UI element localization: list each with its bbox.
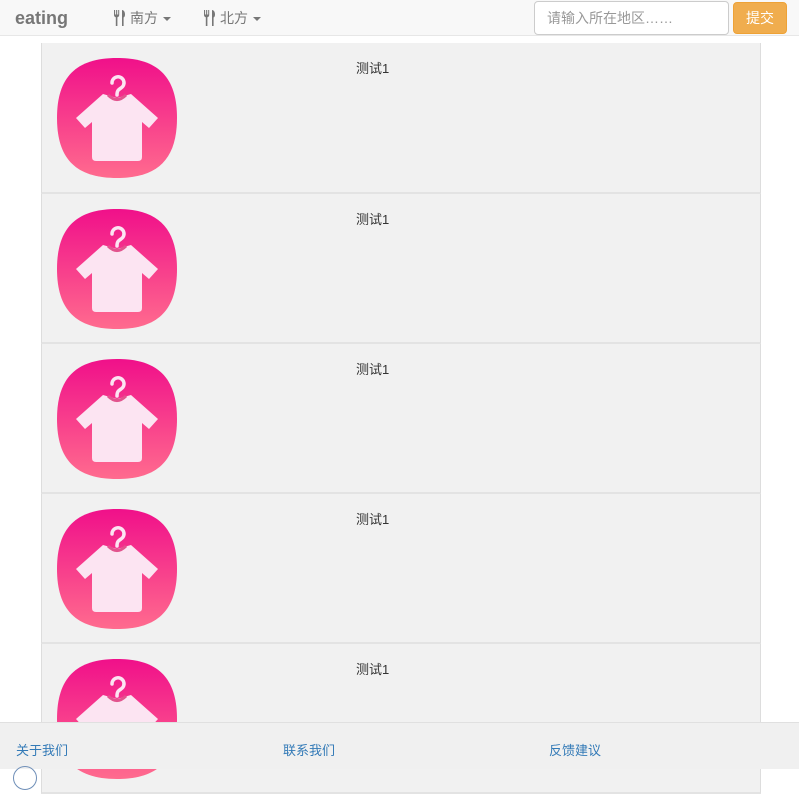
item-title[interactable]: 测试1	[356, 362, 389, 378]
nav-menu-north[interactable]: 北方	[203, 9, 261, 27]
tshirt-icon	[57, 58, 177, 178]
nav-menu-north-label: 北方	[220, 10, 248, 26]
footer: 关于我们 联系我们 反馈建议	[0, 722, 799, 790]
footer-link-contact[interactable]: 联系我们	[283, 740, 335, 759]
list-item[interactable]: 测试1	[41, 644, 761, 794]
brand-logo[interactable]: eating	[15, 7, 68, 29]
nav-menu-south[interactable]: 南方	[113, 9, 171, 27]
list-item[interactable]: 测试1	[41, 494, 761, 644]
circle-icon	[13, 766, 37, 790]
cutlery-icon	[204, 10, 215, 26]
nav-menu-south-label: 南方	[130, 10, 158, 26]
item-title[interactable]: 测试1	[356, 212, 389, 228]
region-search-input[interactable]	[534, 1, 729, 35]
caret-down-icon	[253, 16, 261, 21]
list-item[interactable]: 测试1	[41, 194, 761, 344]
tshirt-icon	[57, 209, 177, 329]
list-item[interactable]: 测试1	[41, 43, 761, 194]
list-item[interactable]: 测试1	[41, 344, 761, 494]
footer-link-about[interactable]: 关于我们	[16, 740, 68, 759]
navbar: eating 南方 北方 提交	[0, 0, 799, 36]
submit-button[interactable]: 提交	[733, 2, 787, 34]
item-list: 测试1 测试1 测试1 测试1 测试1	[41, 43, 761, 794]
item-title[interactable]: 测试1	[356, 61, 389, 77]
caret-down-icon	[163, 16, 171, 21]
tshirt-icon	[57, 509, 177, 629]
cutlery-icon	[114, 10, 125, 26]
item-title[interactable]: 测试1	[356, 512, 389, 528]
tshirt-icon	[57, 359, 177, 479]
footer-link-feedback[interactable]: 反馈建议	[549, 740, 601, 759]
item-title[interactable]: 测试1	[356, 662, 389, 678]
